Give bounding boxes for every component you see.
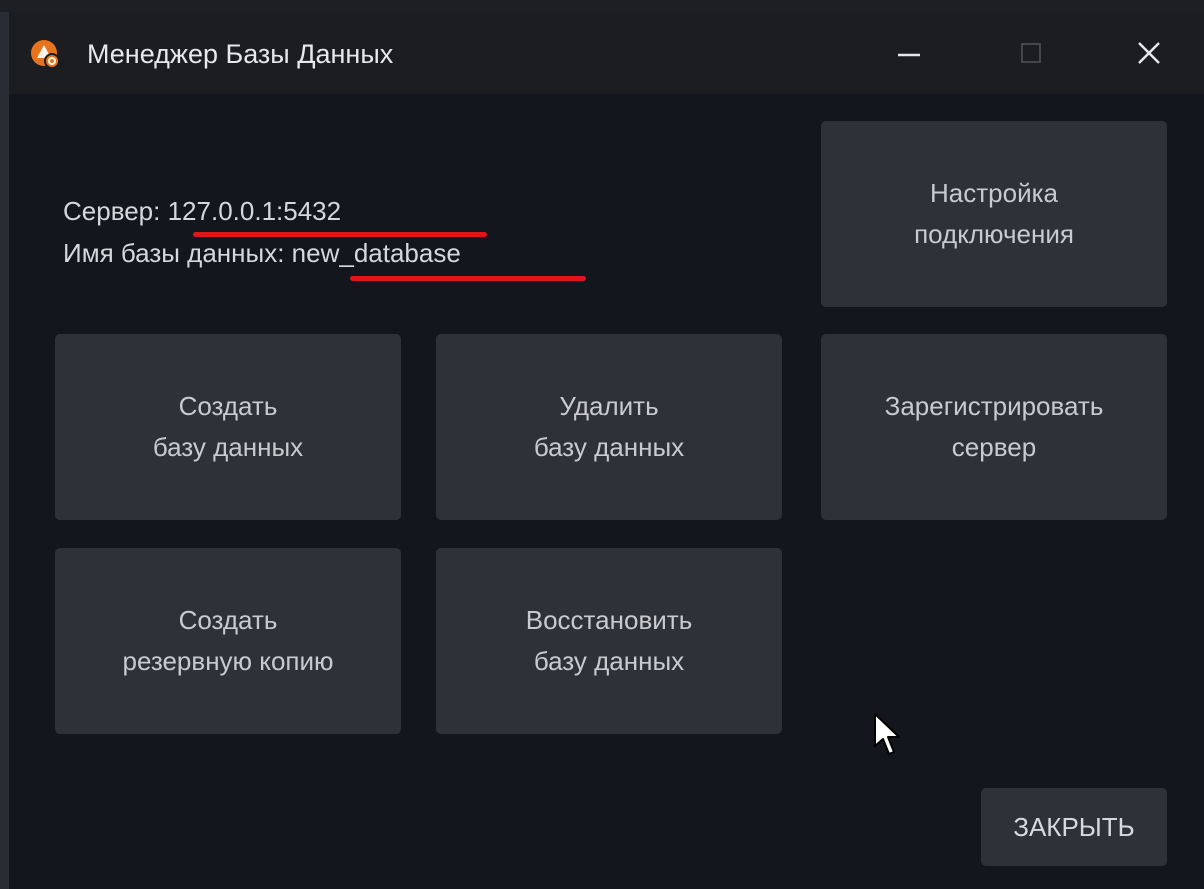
database-underline-annotation — [350, 276, 586, 281]
create-database-button[interactable]: Создать базу данных — [55, 334, 401, 520]
minimize-icon — [898, 53, 920, 57]
connection-info: Сервер: 127.0.0.1:5432 Имя базы данных: … — [63, 190, 586, 281]
button-label-line1: Восстановить — [525, 605, 693, 635]
button-label-line2: резервную копию — [122, 646, 334, 676]
button-label-line1: Создать — [178, 391, 278, 421]
server-value: 127.0.0.1:5432 — [167, 196, 342, 226]
restore-database-button[interactable]: Восстановить базу данных — [436, 548, 782, 734]
close-icon — [1138, 42, 1160, 64]
database-name-value: new_database — [291, 238, 461, 268]
register-server-button[interactable]: Зарегистрировать сервер — [821, 334, 1167, 520]
titlebar[interactable]: Менеджер Базы Данных — [9, 12, 1204, 94]
mouse-pointer-icon — [874, 713, 900, 755]
maximize-icon — [1021, 43, 1041, 63]
create-backup-button[interactable]: Создать резервную копию — [55, 548, 401, 734]
button-label-line2: сервер — [951, 432, 1037, 462]
button-label-line1: Удалить — [559, 391, 659, 421]
delete-database-button[interactable]: Удалить базу данных — [436, 334, 782, 520]
connection-settings-button[interactable]: Настройка подключения — [821, 121, 1167, 307]
desktop-background — [0, 0, 1204, 12]
button-label-line1: Зарегистрировать — [884, 391, 1104, 421]
window-title: Менеджер Базы Данных — [87, 39, 394, 69]
button-label-line2: базу данных — [533, 646, 685, 676]
database-name-label: Имя базы данных: — [63, 238, 292, 268]
database-manager-window: Менеджер Базы Данных Сервер: 127.0.0.1:5… — [8, 12, 1204, 889]
button-label-line1: Настройка — [930, 178, 1058, 208]
database-name-row: Имя базы данных: new_database — [63, 232, 461, 274]
close-button[interactable]: ЗАКРЫТЬ — [981, 788, 1167, 866]
server-row: Сервер: 127.0.0.1:5432 — [63, 190, 461, 232]
server-underline-annotation — [193, 232, 487, 237]
button-label-line2: подключения — [914, 219, 1074, 249]
close-window-button[interactable] — [1119, 30, 1179, 76]
button-label-line2: базу данных — [152, 432, 304, 462]
server-label: Сервер: — [63, 196, 168, 226]
button-label-line2: базу данных — [533, 432, 685, 462]
maximize-button[interactable] — [1001, 30, 1061, 76]
database-app-icon — [31, 40, 60, 69]
minimize-button[interactable] — [879, 30, 939, 76]
button-label-line1: Создать — [178, 605, 278, 635]
